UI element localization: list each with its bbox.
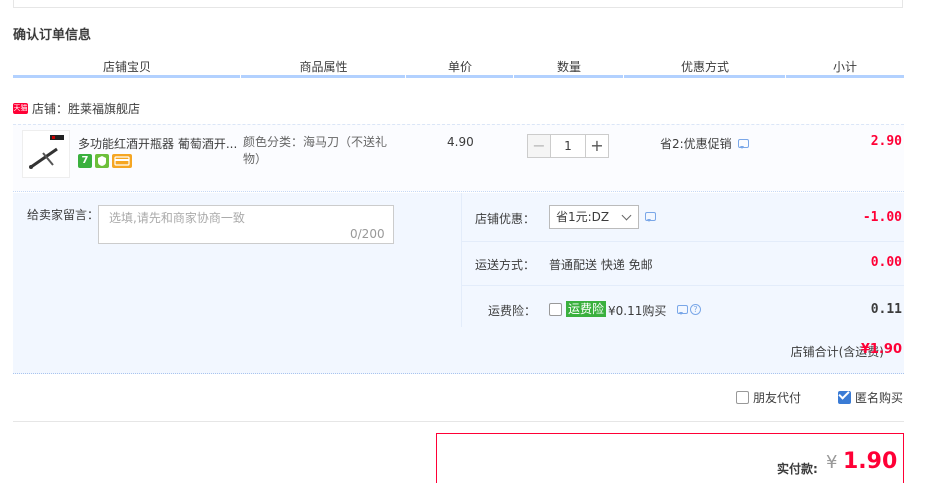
sku-line: 颜色分类：海马刀（不送礼 [243, 135, 388, 149]
shop-discount-select[interactable]: 省1元:DZ [549, 205, 639, 229]
seven-day-return-icon[interactable]: 7 [78, 154, 92, 168]
insurance-badge: 运费险 [566, 301, 607, 317]
increase-quantity-button[interactable]: + [585, 134, 609, 158]
sku-line: 物） [243, 152, 268, 166]
top-previous-panel [13, 0, 903, 8]
card-glyph-icon [114, 156, 130, 166]
shop-total-row [13, 327, 904, 374]
friend-pay-option[interactable]: 朋友代付 [736, 389, 801, 406]
chevron-down-icon [621, 210, 632, 221]
divider [461, 241, 904, 242]
column-header-promotion: 优惠方式 [680, 60, 729, 74]
anonymous-checkbox[interactable] [838, 391, 851, 404]
shipping-method: 普通配送 快递 免邮 [549, 258, 653, 272]
column-header-subtotal: 小计 [832, 60, 857, 74]
insurance-label: 运费险： [488, 304, 537, 318]
shop-total-amount: ¥1.90 [860, 342, 902, 357]
payment-currency: ¥ [826, 452, 838, 473]
column-header-attributes: 商品属性 [299, 60, 348, 74]
service-icons: 7 [78, 154, 132, 168]
insurance-amount: 0.11 [870, 302, 902, 317]
quantity-stepper: − 1 + [527, 134, 609, 158]
shop-discount-selected: 省1元:DZ [556, 210, 610, 224]
quantity-input[interactable]: 1 [551, 134, 585, 158]
chat-icon[interactable] [737, 139, 749, 149]
shop-discount-label: 店铺优惠： [475, 212, 536, 226]
divider [13, 421, 904, 422]
column-header-unit-price: 单价 [447, 60, 472, 74]
column-rule [624, 75, 785, 78]
shield-glyph-icon [98, 156, 106, 166]
shop-name-link[interactable]: 店铺：胜莱福旗舰店 [32, 100, 140, 117]
seller-message-count: 0/200 [350, 227, 385, 241]
shipping-label: 运送方式： [475, 258, 536, 272]
promotion: 省2:优惠促销 [660, 135, 749, 152]
column-rule [406, 75, 513, 78]
column-rule [241, 75, 405, 78]
chat-icon[interactable] [645, 212, 656, 222]
insurance-price: ¥0.11购买 [608, 304, 667, 318]
promotion-text: 省2:优惠促销 [660, 137, 732, 151]
friend-pay-checkbox[interactable] [736, 391, 749, 404]
product-attributes: 颜色分类：海马刀（不送礼 物） [243, 134, 403, 168]
help-icon[interactable]: ? [690, 304, 701, 315]
shipping-amount: 0.00 [870, 255, 902, 270]
shield-icon[interactable] [95, 154, 109, 168]
seller-message-placeholder: 选填,请先和商家协商一致 [109, 211, 245, 225]
section-title: 确认订单信息 [13, 28, 92, 43]
unit-price: 4.90 [447, 135, 474, 149]
column-rule [13, 75, 240, 78]
item-subtotal: 2.90 [870, 134, 902, 149]
column-rule [514, 75, 623, 78]
corkscrew-icon [29, 135, 64, 169]
product-thumbnail[interactable] [22, 130, 70, 178]
seller-message-label: 给卖家留言： [27, 208, 100, 222]
decrease-quantity-button[interactable]: − [527, 134, 551, 158]
shop-row: 天猫 店铺：胜莱福旗舰店 [13, 100, 140, 116]
column-header-quantity: 数量 [556, 60, 581, 74]
anonymous-option[interactable]: 匿名购买 [838, 389, 903, 406]
divider [461, 285, 904, 286]
shop-discount-amount: -1.00 [862, 210, 902, 225]
tmall-icon: 天猫 [13, 102, 28, 114]
chat-icon[interactable] [677, 305, 688, 315]
anonymous-label: 匿名购买 [855, 391, 904, 405]
insurance-checkbox[interactable] [549, 303, 562, 316]
column-header-shop-item: 店铺宝贝 [102, 60, 151, 74]
friend-pay-label: 朋友代付 [753, 391, 802, 405]
payment-label: 实付款: [777, 462, 818, 476]
payment-amount: 1.90 [843, 449, 898, 474]
product-title-link[interactable]: 多功能红酒开瓶器 葡萄酒开... [78, 135, 238, 152]
column-rule [786, 75, 904, 78]
credit-card-icon[interactable] [112, 154, 132, 168]
